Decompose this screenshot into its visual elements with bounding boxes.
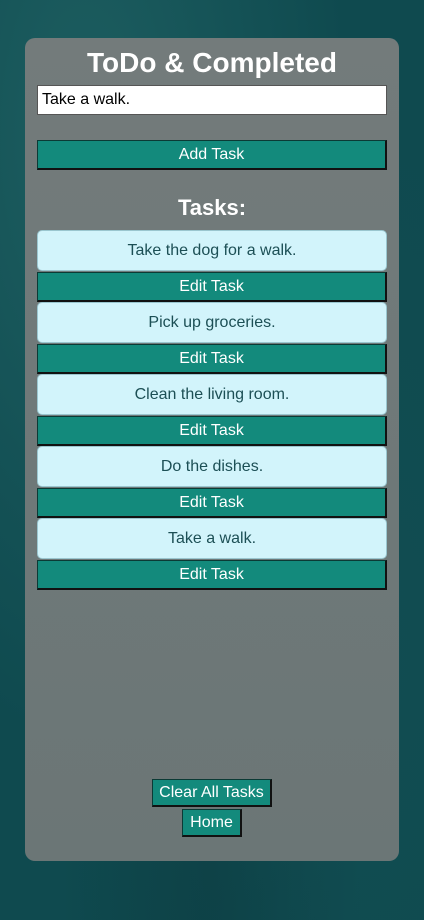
tasks-heading: Tasks: (177, 195, 247, 220)
task-card[interactable]: Clean the living room. (37, 374, 387, 415)
task-item: Do the dishes. Edit Task (37, 446, 387, 518)
home-button[interactable]: Home (182, 809, 242, 837)
todo-panel: ToDo & Completed Add Task Tasks: Take th… (25, 38, 399, 861)
task-card[interactable]: Take the dog for a walk. (37, 230, 387, 271)
task-card[interactable]: Do the dishes. (37, 446, 387, 487)
page-title: ToDo & Completed (87, 47, 337, 78)
edit-task-button[interactable]: Edit Task (37, 344, 387, 374)
task-item: Clean the living room. Edit Task (37, 374, 387, 446)
task-card[interactable]: Pick up groceries. (37, 302, 387, 343)
task-item: Take a walk. Edit Task (37, 518, 387, 590)
edit-task-button[interactable]: Edit Task (37, 416, 387, 446)
task-item: Pick up groceries. Edit Task (37, 302, 387, 374)
task-card[interactable]: Take a walk. (37, 518, 387, 559)
add-task-button[interactable]: Add Task (37, 140, 387, 170)
clear-all-tasks-button[interactable]: Clear All Tasks (152, 779, 272, 807)
edit-task-button[interactable]: Edit Task (37, 272, 387, 302)
task-item: Take the dog for a walk. Edit Task (37, 230, 387, 302)
edit-task-button[interactable]: Edit Task (37, 488, 387, 518)
task-input[interactable] (37, 85, 387, 115)
task-list: Take the dog for a walk. Edit Task Pick … (37, 230, 387, 590)
edit-task-button[interactable]: Edit Task (37, 560, 387, 590)
